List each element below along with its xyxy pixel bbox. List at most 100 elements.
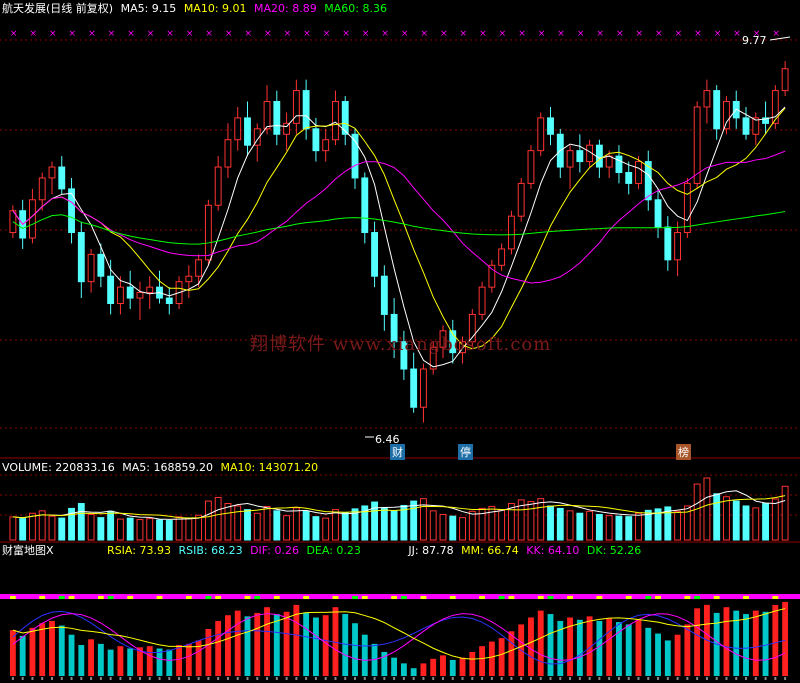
indicator-bottom-marker [588, 677, 591, 680]
indicator-bottom-marker [207, 677, 210, 680]
candle-body [635, 161, 642, 184]
indicator-top-marker [772, 596, 779, 599]
indicator-bottom-marker [461, 677, 464, 680]
indicator-top-marker [127, 596, 134, 599]
signal-marker: × [108, 29, 116, 39]
volume-bar [195, 514, 203, 541]
indicator-bar [303, 612, 310, 676]
indicator-top-marker [606, 596, 613, 599]
candle-body [664, 226, 672, 261]
candle-body [537, 117, 545, 152]
indicator-bar [254, 612, 261, 676]
indicator-top-marker [645, 596, 652, 599]
indicator-top-marker [342, 596, 349, 599]
signal-marker: × [205, 29, 213, 39]
indicator-bar [606, 618, 613, 676]
indicator-bar [68, 634, 75, 676]
volume-bar [156, 519, 163, 541]
volume-bar [527, 501, 535, 541]
candle-body [195, 259, 203, 277]
indicator-top-marker [137, 596, 143, 599]
volume-bar [507, 503, 515, 541]
indicator-bar [440, 655, 446, 676]
volume-bar [126, 517, 134, 541]
indicator-bar [782, 601, 789, 676]
volume-ma10: MA10: 143071.20 [220, 461, 319, 474]
signal-marker: × [303, 29, 311, 39]
candle-body [380, 275, 388, 315]
indicator-bar [264, 607, 270, 676]
indicator-bottom-marker [451, 677, 454, 680]
indicator-top-marker [166, 596, 173, 599]
indicator-bottom-marker [50, 677, 53, 680]
indicator-bottom-marker [666, 677, 669, 680]
indicator-bottom-marker [676, 677, 679, 680]
indicator-bottom-marker [187, 677, 190, 680]
volume-bar [713, 493, 721, 541]
candle-body [615, 155, 623, 173]
indicator-bar [596, 620, 603, 676]
indicator-bottom-marker [275, 677, 278, 680]
indicator-top-marker [674, 596, 681, 599]
volume-bar [87, 513, 95, 541]
volume-bar [752, 507, 760, 541]
volume-bar [449, 515, 457, 541]
candle-body [420, 368, 427, 408]
indicator-top-marker [312, 596, 319, 599]
volume-bar [390, 510, 398, 541]
candle-body [38, 177, 46, 201]
indicator-bar [58, 625, 65, 676]
indicator-bottom-marker [178, 677, 181, 680]
indicator-bar [459, 657, 466, 676]
indicator-bottom-marker [324, 677, 327, 680]
watermark: 翔博软件 www.xiangbosoft.com [250, 334, 552, 355]
high-price-label: 9.77 [742, 34, 767, 47]
indicator-top-marker [440, 596, 446, 599]
signal-marker: × [518, 29, 526, 39]
signal-marker: × [557, 29, 565, 39]
indicator-top-marker [713, 596, 720, 599]
indicator-bar [449, 659, 456, 676]
indicator-top-marker [400, 596, 407, 599]
volume-header: VOLUME: 220833.16 MA5: 168859.20 MA10: 1… [2, 461, 322, 475]
indicator-top-marker [352, 596, 358, 599]
indicator-bar [420, 663, 427, 676]
candle-body [204, 204, 212, 261]
candle-body [566, 150, 574, 168]
indicator-bottom-marker [168, 677, 171, 680]
indicator-top-marker [684, 596, 691, 599]
indicator-bottom-marker [520, 677, 523, 680]
indicator-bottom-marker [529, 677, 532, 680]
signal-marker: × [127, 29, 135, 39]
indicator-top-marker [29, 596, 36, 599]
indicator-bottom-marker [608, 677, 611, 680]
volume-bar [439, 513, 447, 541]
indicator-top-marker [703, 596, 710, 599]
volume-bar [185, 517, 193, 541]
indicator-top-marker [88, 596, 95, 599]
candle-body [576, 150, 584, 163]
signal-marker: × [29, 29, 37, 39]
indicator-bottom-marker [99, 677, 102, 680]
candle-body [478, 286, 486, 315]
indicator-top-marker [225, 596, 231, 599]
candle-body [595, 144, 603, 168]
indicator-bottom-marker [764, 677, 767, 680]
indicator-bottom-marker [295, 677, 298, 680]
indicator-bottom-marker [363, 677, 366, 680]
indicator-top-marker [234, 596, 241, 599]
dif-value: DIF: 0.26 [250, 544, 299, 557]
signal-marker: × [733, 29, 741, 39]
indicator-bar [225, 615, 231, 676]
volume-bar [723, 496, 730, 541]
signal-marker: × [675, 29, 683, 39]
indicator-bottom-marker [696, 677, 699, 680]
volume-bar [146, 518, 154, 541]
indicator-bottom-marker [422, 677, 425, 680]
volume-bar [732, 500, 740, 541]
signal-marker: × [772, 29, 780, 39]
dea-value: DEA: 0.23 [306, 544, 361, 557]
candle-body [771, 90, 779, 124]
indicator-top-marker [9, 596, 16, 599]
indicator-bar [430, 658, 437, 676]
